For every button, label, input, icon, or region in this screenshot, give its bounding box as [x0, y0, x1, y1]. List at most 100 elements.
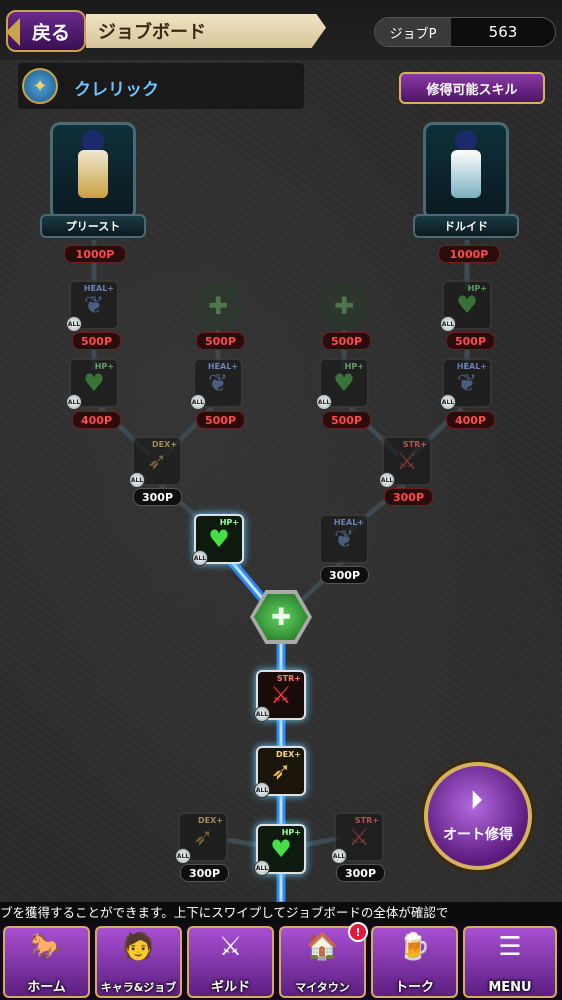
cleric-class-icon: ✦: [22, 68, 58, 104]
node-cost: 400P: [72, 411, 122, 429]
nav-label: ホーム: [27, 980, 66, 995]
heart-icon: ♥: [333, 369, 355, 397]
job-points-display: ジョブP 563: [374, 17, 556, 47]
node-label: HP+: [94, 362, 114, 371]
notification-badge: !: [348, 922, 368, 942]
all-badge-icon: ALL: [254, 706, 270, 722]
node-label: HP+: [219, 518, 239, 527]
heart-icon: ♥: [208, 525, 230, 553]
node-label: DEX+: [152, 440, 177, 449]
advanced-job-druid[interactable]: ドルイド: [413, 122, 519, 240]
node-cost: 500P: [196, 332, 246, 350]
character-icon: 🧑: [122, 932, 155, 962]
node-label: HP+: [467, 284, 487, 293]
nav-talk-button[interactable]: 🍺 トーク: [371, 926, 458, 998]
node-cost: 500P: [72, 332, 122, 350]
node-cost: 300P: [180, 864, 230, 882]
all-badge-icon: ALL: [190, 394, 206, 410]
node-cost: 500P: [322, 332, 372, 350]
job-cost: 1000P: [438, 245, 500, 263]
node-cost: 300P: [133, 488, 183, 506]
node-label: STR+: [276, 674, 301, 683]
wing-icon: ➶: [146, 447, 168, 475]
node-cost: 500P: [322, 411, 372, 429]
nav-character-button[interactable]: 🧑 キャラ&ジョブ: [95, 926, 182, 998]
all-badge-icon: ALL: [192, 550, 208, 566]
all-badge-icon: ALL: [440, 316, 456, 332]
back-button[interactable]: 戻る: [6, 10, 86, 52]
play-icon: ⏵: [470, 786, 484, 816]
node-cost: 300P: [384, 488, 434, 506]
nav-label: MENU: [488, 980, 532, 995]
all-badge-icon: ALL: [254, 860, 270, 876]
skill-node-heal[interactable]: HEAL+ ❦: [319, 514, 369, 564]
nav-label: キャラ&ジョブ: [100, 981, 177, 994]
talk-icon: 🍺: [398, 932, 431, 962]
bottom-navigation: 🐎 ホーム 🧑 キャラ&ジョブ ⚔ ギルド 🏠 マイタウン ! 🍺 トーク ☰ …: [0, 922, 562, 1000]
node-cost: 300P: [320, 566, 370, 584]
node-label: HEAL+: [207, 362, 238, 371]
heart-icon: ♥: [456, 291, 478, 319]
heart-icon: ♥: [83, 369, 105, 397]
all-badge-icon: ALL: [175, 848, 191, 864]
all-badge-icon: ALL: [66, 316, 82, 332]
node-label: HP+: [281, 828, 301, 837]
node-label: STR+: [354, 816, 379, 825]
nav-home-button[interactable]: 🐎 ホーム: [3, 926, 90, 998]
all-badge-icon: ALL: [379, 472, 395, 488]
advanced-job-name: ドルイド: [413, 214, 519, 238]
node-label: HEAL+: [333, 518, 364, 527]
nav-label: トーク: [394, 980, 434, 995]
job-points-label: ジョブP: [375, 18, 451, 46]
wing-icon: ➶: [192, 823, 214, 851]
back-button-label: 戻る: [31, 21, 70, 44]
heart-icon: ♥: [270, 835, 292, 863]
nav-label: マイタウン: [295, 981, 350, 994]
auto-learn-label: オート修得: [443, 827, 513, 843]
advanced-job-name: プリースト: [40, 214, 146, 238]
wing-icon: ➶: [270, 757, 292, 785]
all-badge-icon: ALL: [66, 394, 82, 410]
nav-label: ギルド: [210, 980, 250, 995]
sword-icon: ⚔: [270, 681, 292, 709]
node-label: HP+: [344, 362, 364, 371]
node-label: DEX+: [276, 750, 301, 759]
all-badge-icon: ALL: [331, 848, 347, 864]
cross-icon: ✚: [333, 292, 355, 320]
job-points-value: 563: [488, 23, 518, 41]
guild-icon: ⚔: [218, 932, 243, 962]
node-cost: 300P: [336, 864, 386, 882]
node-label: STR+: [402, 440, 427, 449]
all-badge-icon: ALL: [316, 394, 332, 410]
all-badge-icon: ALL: [129, 472, 145, 488]
node-cost: 500P: [196, 411, 246, 429]
cross-icon: ✚: [207, 292, 229, 320]
auto-learn-button[interactable]: ⏵ オート修得: [424, 762, 532, 870]
info-ticker: ブを獲得することができます。上下にスワイプしてジョブボードの全体が確認で: [0, 902, 562, 924]
priest-character-icon: [72, 130, 114, 212]
nav-menu-button[interactable]: ☰ MENU: [463, 926, 557, 998]
sword-icon: ⚔: [348, 823, 370, 851]
wings-icon: ❦: [207, 369, 229, 397]
all-badge-icon: ALL: [440, 394, 456, 410]
back-arrow-icon: [6, 18, 20, 46]
node-label: HEAL+: [83, 284, 114, 293]
druid-character-icon: [445, 130, 487, 212]
wings-icon: ❦: [456, 369, 478, 397]
nav-guild-button[interactable]: ⚔ ギルド: [187, 926, 274, 998]
learnable-skills-button[interactable]: 修得可能スキル: [399, 72, 545, 104]
current-class-bar: ✦ クレリック: [18, 63, 304, 109]
sword-icon: ⚔: [396, 447, 418, 475]
node-label: DEX+: [198, 816, 223, 825]
node-cost: 400P: [446, 411, 496, 429]
advanced-job-priest[interactable]: プリースト: [40, 122, 146, 240]
job-cost: 1000P: [64, 245, 126, 263]
wings-icon: ❦: [333, 525, 355, 553]
cross-icon: ✚: [270, 603, 292, 631]
wings-icon: ❦: [83, 291, 105, 319]
node-label: HEAL+: [456, 362, 487, 371]
current-class-name: クレリック: [74, 80, 159, 100]
menu-icon: ☰: [498, 932, 522, 962]
nav-town-button[interactable]: 🏠 マイタウン !: [279, 922, 368, 998]
node-cost: 500P: [446, 332, 496, 350]
